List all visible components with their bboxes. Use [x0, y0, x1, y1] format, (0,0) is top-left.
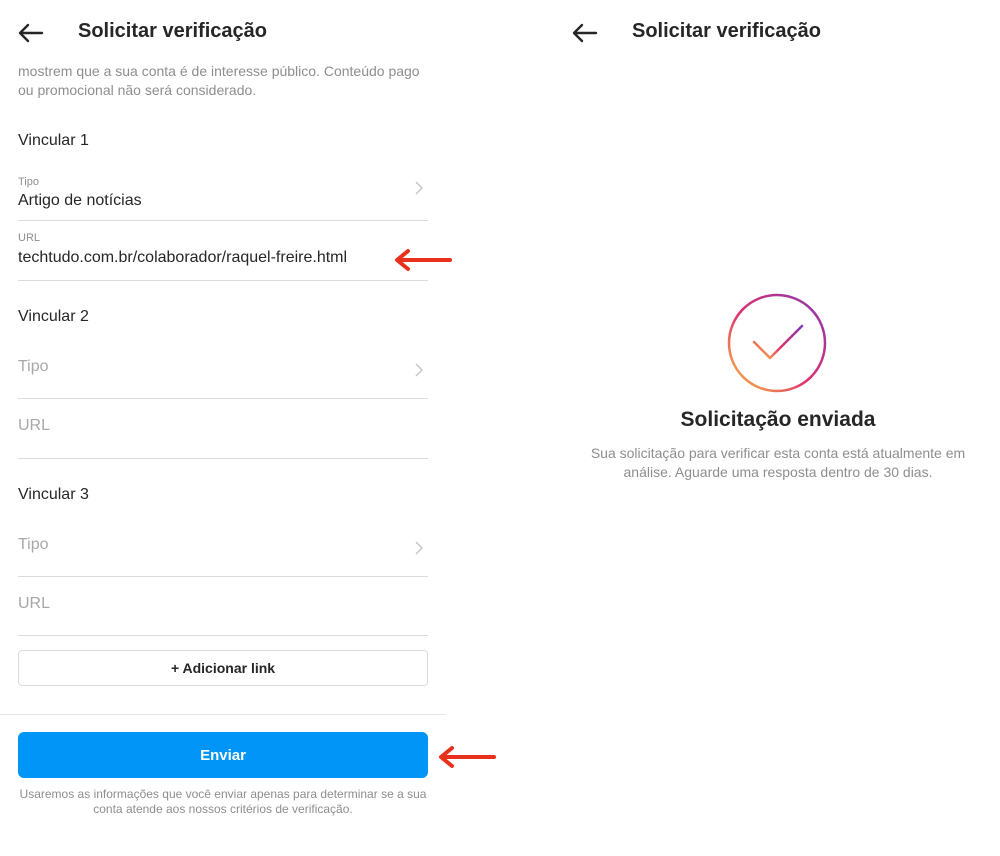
url-placeholder: URL [18, 417, 51, 434]
submit-button[interactable]: Enviar [18, 732, 428, 778]
divider [18, 280, 428, 281]
divider [0, 714, 446, 715]
link-2-type-select[interactable]: Tipo [18, 340, 428, 398]
intro-text: mostrem que a sua conta é de interesse p… [18, 63, 420, 98]
link-3-type-select[interactable]: Tipo [18, 518, 428, 576]
divider [18, 458, 428, 459]
link-1-type-select[interactable]: Tipo Artigo de notícias [18, 170, 428, 220]
chevron-right-icon [415, 363, 424, 377]
divider [18, 635, 428, 636]
request-sent-screen: Solicitar verificação Solicitação enviad… [556, 0, 1000, 856]
red-arrow-annotation-icon [439, 746, 496, 768]
footnote-text: Usaremos as informações que você enviar … [19, 787, 427, 816]
back-arrow-icon[interactable] [570, 18, 600, 48]
red-arrow-annotation-icon [395, 249, 452, 271]
status-message: Sua solicitação para verificar esta cont… [590, 445, 966, 480]
add-link-button[interactable]: + Adicionar link [18, 650, 428, 686]
link-2-heading: Vincular 2 [18, 308, 89, 325]
url-placeholder: URL [18, 595, 51, 612]
type-placeholder: Tipo [18, 358, 49, 375]
link-2-url-field[interactable]: URL [18, 399, 428, 457]
top-bar: Solicitar verificação [556, 14, 1000, 50]
top-bar: Solicitar verificação [0, 14, 446, 50]
type-value: Artigo de notícias [18, 192, 142, 209]
status-title: Solicitação enviada [680, 408, 876, 431]
type-placeholder: Tipo [18, 536, 49, 553]
link-3-url-field[interactable]: URL [18, 577, 428, 635]
link-1-url-field[interactable]: URL techtudo.com.br/colaborador/raquel-f… [18, 224, 428, 280]
link-3-heading: Vincular 3 [18, 486, 89, 503]
url-label: URL [18, 232, 41, 244]
divider [18, 220, 428, 221]
chevron-right-icon [415, 541, 424, 555]
chevron-right-icon [415, 181, 424, 195]
check-circle-icon [727, 293, 827, 393]
back-arrow-icon[interactable] [16, 18, 46, 48]
link-1-heading: Vincular 1 [18, 132, 89, 149]
type-label: Tipo [18, 176, 39, 188]
page-title: Solicitar verificação [632, 20, 821, 42]
url-value: techtudo.com.br/colaborador/raquel-freir… [18, 249, 348, 266]
page-title: Solicitar verificação [78, 20, 267, 42]
request-form-screen: Solicitar verificação mostrem que a sua … [0, 0, 446, 856]
